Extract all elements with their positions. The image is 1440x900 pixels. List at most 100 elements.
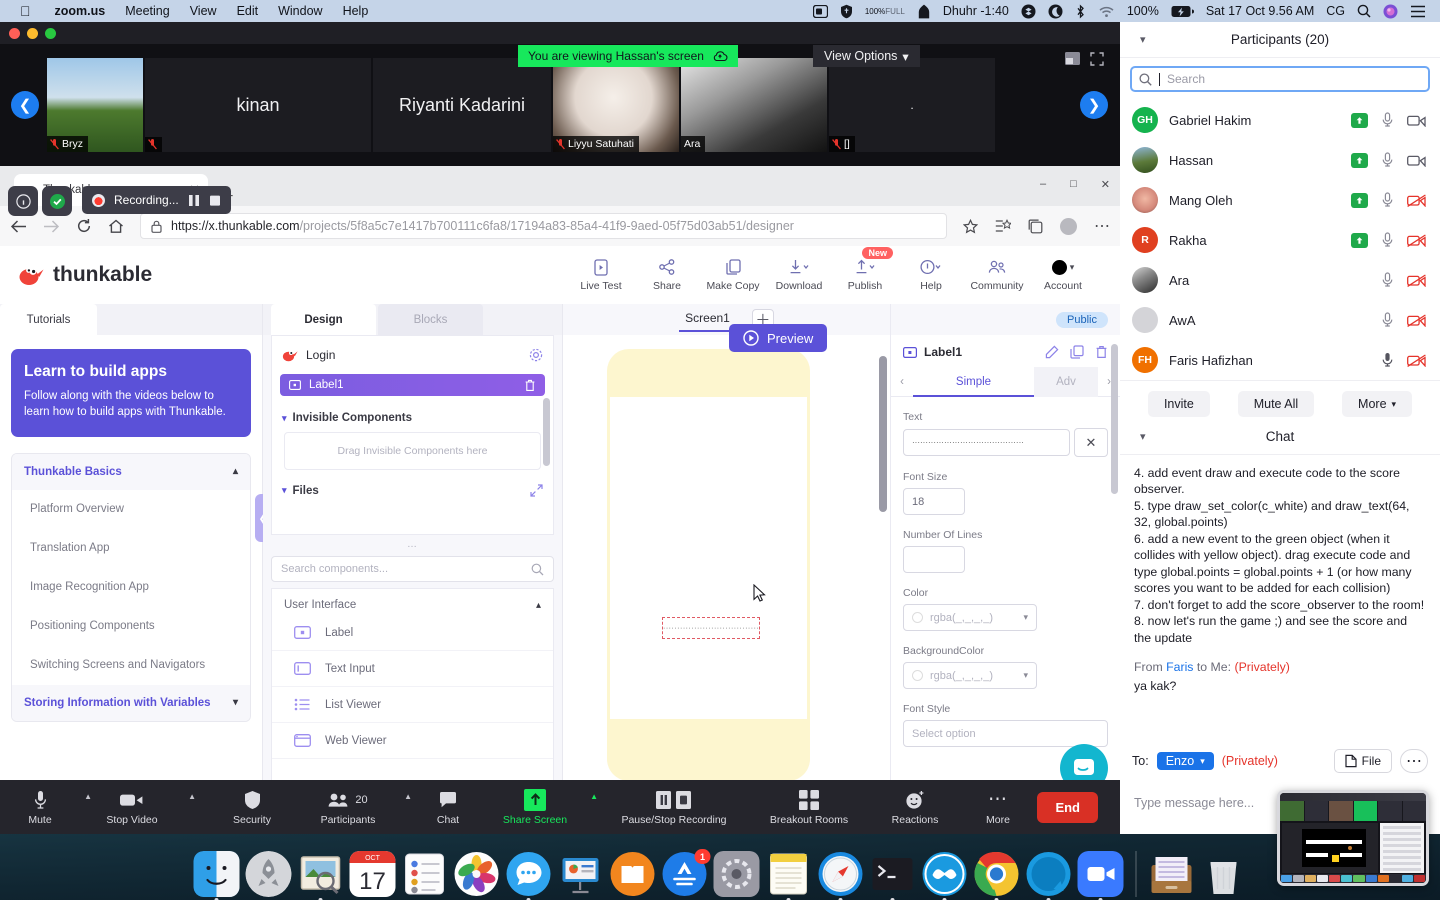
dropbox-icon[interactable] <box>1015 4 1042 19</box>
pause-icon[interactable] <box>188 194 200 207</box>
tree-selected-component[interactable]: Label1 <box>280 374 545 396</box>
tab-design[interactable]: Design <box>271 304 376 335</box>
clear-text-button[interactable]: ✕ <box>1074 428 1108 457</box>
public-badge[interactable]: Public <box>1056 311 1108 328</box>
publish-button[interactable]: New Publish <box>832 247 898 292</box>
home-icon[interactable] <box>108 219 124 234</box>
dock-item-skype[interactable] <box>1026 851 1072 900</box>
toolbar-chat-button[interactable]: Chat <box>412 780 484 834</box>
expand-icon[interactable] <box>530 484 543 497</box>
reload-icon[interactable] <box>76 218 92 234</box>
video-tile[interactable]: Ara <box>681 58 827 152</box>
info-icon[interactable] <box>8 186 38 216</box>
preview-button[interactable]: Preview <box>729 324 828 352</box>
shield-icon[interactable] <box>834 4 859 19</box>
community-button[interactable]: Community <box>964 258 1030 292</box>
number-of-lines-input[interactable] <box>903 546 965 573</box>
maximize-button[interactable] <box>45 27 56 39</box>
end-meeting-button[interactable]: End <box>1037 791 1098 823</box>
thunkable-logo[interactable]: thunkable <box>18 263 152 287</box>
mic-on-icon[interactable] <box>1382 312 1393 328</box>
dock-item-terminal[interactable] <box>870 851 916 900</box>
menu-item-help[interactable]: Help <box>333 4 379 18</box>
video-tile[interactable]: kinan <box>145 58 371 152</box>
control-center-icon[interactable] <box>1404 5 1432 18</box>
toolbar-stop-video-button[interactable]: ▲ Stop Video <box>80 780 196 834</box>
filmstrip-prev-button[interactable]: ❮ <box>11 91 39 119</box>
tutorial-item[interactable]: Platform Overview <box>12 489 250 529</box>
color-select[interactable]: rgba(_,_,_,_) ▾ <box>903 604 1037 631</box>
toolbar-participants-button[interactable]: 20 ▲ Participants <box>296 780 412 834</box>
mic-on-icon[interactable] <box>1382 112 1393 128</box>
menubar-datetime[interactable]: Sat 17 Oct 9.56 AM <box>1200 4 1320 18</box>
star-icon[interactable] <box>963 218 978 234</box>
tutorial-section-variables[interactable]: Storing Information with Variables ▾ <box>12 684 250 721</box>
mosque-icon[interactable] <box>911 4 937 19</box>
menu-item-window[interactable]: Window <box>268 4 332 18</box>
dock-item-gamemaker[interactable] <box>922 851 968 900</box>
toolbar-mute-button[interactable]: ▲ Mute <box>0 780 92 834</box>
participant-row[interactable]: Hassan <box>1120 140 1440 180</box>
mic-on-icon[interactable] <box>1382 192 1393 208</box>
raise-hand-icon[interactable] <box>1351 232 1368 248</box>
participants-more-button[interactable]: More ▾ <box>1342 391 1413 417</box>
dock-item-launchpad[interactable] <box>245 851 292 897</box>
video-on-icon[interactable] <box>1407 114 1426 127</box>
palette-item-web-viewer[interactable]: Web Viewer <box>272 723 553 759</box>
video-off-icon[interactable] <box>1407 273 1426 287</box>
raise-hand-icon[interactable] <box>1351 112 1368 128</box>
more-dots-icon[interactable]: ⋯ <box>1094 216 1110 236</box>
dock-item-chrome[interactable] <box>974 851 1020 900</box>
menu-item-zoom-us[interactable]: zoom.us <box>45 4 116 18</box>
palette-section-user-interface[interactable]: User Interface ▴ <box>272 589 553 615</box>
participant-row[interactable]: Ara <box>1120 260 1440 300</box>
toolbar-reactions-button[interactable]: Reactions <box>870 780 960 834</box>
search-components-input[interactable]: Search components... <box>271 556 554 582</box>
screen-record-icon[interactable] <box>807 4 834 18</box>
tutorial-item[interactable]: Positioning Components <box>12 606 250 646</box>
tutorial-item[interactable]: Translation App <box>12 528 250 568</box>
video-off-icon[interactable] <box>1407 353 1426 367</box>
video-tile[interactable]: . [] <box>829 58 995 152</box>
bluetooth-icon[interactable] <box>1069 4 1092 19</box>
font-style-select[interactable]: Select option <box>903 720 1108 747</box>
mic-on-icon[interactable] <box>1382 232 1393 248</box>
invisible-components-section[interactable]: ▾ Invisible Components <box>272 402 553 428</box>
dock-item-safari[interactable] <box>818 851 864 900</box>
panel-resize-grabber[interactable]: … <box>263 539 562 550</box>
video-on-icon[interactable] <box>1407 154 1426 167</box>
dock-item-photos[interactable] <box>454 851 500 897</box>
minimize-button[interactable] <box>27 27 38 39</box>
palette-item-text-input[interactable]: Text Input <box>272 651 553 687</box>
battery-percent-label[interactable]: 100% <box>1121 4 1165 18</box>
tutorial-section-basics[interactable]: Thunkable Basics ▴ <box>12 453 250 490</box>
dock-item-reminders[interactable] <box>402 851 448 897</box>
toolbar-more-button[interactable]: ⋯ More <box>960 780 1036 834</box>
tab-copy-icon[interactable] <box>1028 219 1043 234</box>
share-button[interactable]: Share <box>634 258 700 292</box>
live-test-button[interactable]: Live Test <box>568 258 634 292</box>
trash-icon[interactable] <box>524 379 536 392</box>
account-button[interactable]: ▾ Account <box>1030 258 1096 292</box>
dock-item-zoom[interactable] <box>1077 851 1124 900</box>
dock-item-ibooks[interactable] <box>610 851 656 897</box>
palette-item-label[interactable]: Label <box>272 615 553 651</box>
self-view-thumbnail[interactable] <box>1277 790 1429 886</box>
menubar-user[interactable]: CG <box>1320 4 1351 18</box>
dock-item-keynote[interactable] <box>558 851 604 897</box>
chevron-up-icon[interactable]: ▲ <box>404 792 412 801</box>
video-off-icon[interactable] <box>1407 313 1426 327</box>
close-icon[interactable]: ✕ <box>1101 178 1110 191</box>
raise-hand-icon[interactable] <box>1351 192 1368 208</box>
menu-item-edit[interactable]: Edit <box>227 4 269 18</box>
tab-tutorials[interactable]: Tutorials <box>0 304 97 335</box>
chat-recipient-dropdown[interactable]: Enzo ▾ <box>1156 752 1214 770</box>
chevron-down-icon[interactable]: ▾ <box>1140 33 1146 46</box>
make-copy-button[interactable]: Make Copy <box>700 258 766 292</box>
duplicate-icon[interactable] <box>1070 345 1084 359</box>
dock-item-notes[interactable] <box>766 851 812 900</box>
invite-button[interactable]: Invite <box>1147 391 1210 417</box>
profile-icon[interactable] <box>1060 217 1077 235</box>
fullscreen-icon[interactable] <box>1090 52 1104 66</box>
video-tile[interactable]: Liyyu Satuhati <box>553 58 679 152</box>
